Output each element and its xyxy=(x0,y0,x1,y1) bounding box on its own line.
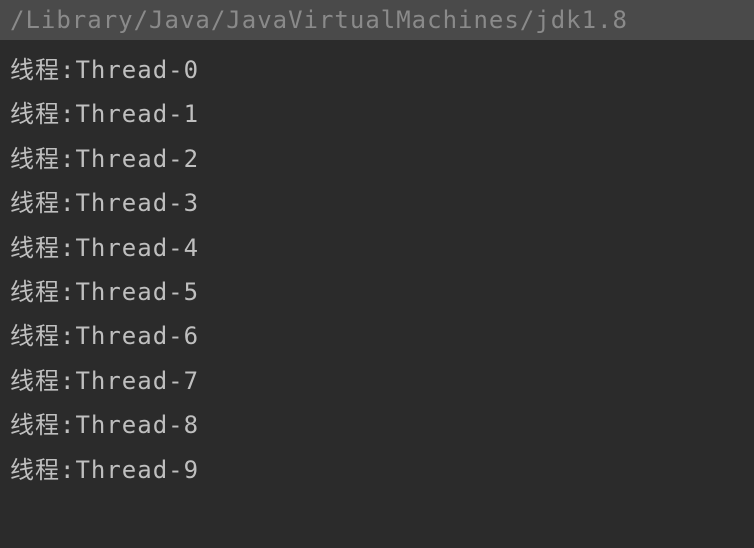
console-line: 线程:Thread-6 xyxy=(10,314,744,358)
console-line: 线程:Thread-5 xyxy=(10,270,744,314)
console-line: 线程:Thread-7 xyxy=(10,359,744,403)
console-header-path: /Library/Java/JavaVirtualMachines/jdk1.8 xyxy=(0,0,754,40)
console-line: 线程:Thread-2 xyxy=(10,137,744,181)
console-line: 线程:Thread-3 xyxy=(10,181,744,225)
console-line: 线程:Thread-0 xyxy=(10,48,744,92)
console-line: 线程:Thread-8 xyxy=(10,403,744,447)
console-line: 线程:Thread-9 xyxy=(10,448,744,492)
console-output: 线程:Thread-0 线程:Thread-1 线程:Thread-2 线程:T… xyxy=(0,40,754,500)
console-line: 线程:Thread-1 xyxy=(10,92,744,136)
console-line: 线程:Thread-4 xyxy=(10,226,744,270)
